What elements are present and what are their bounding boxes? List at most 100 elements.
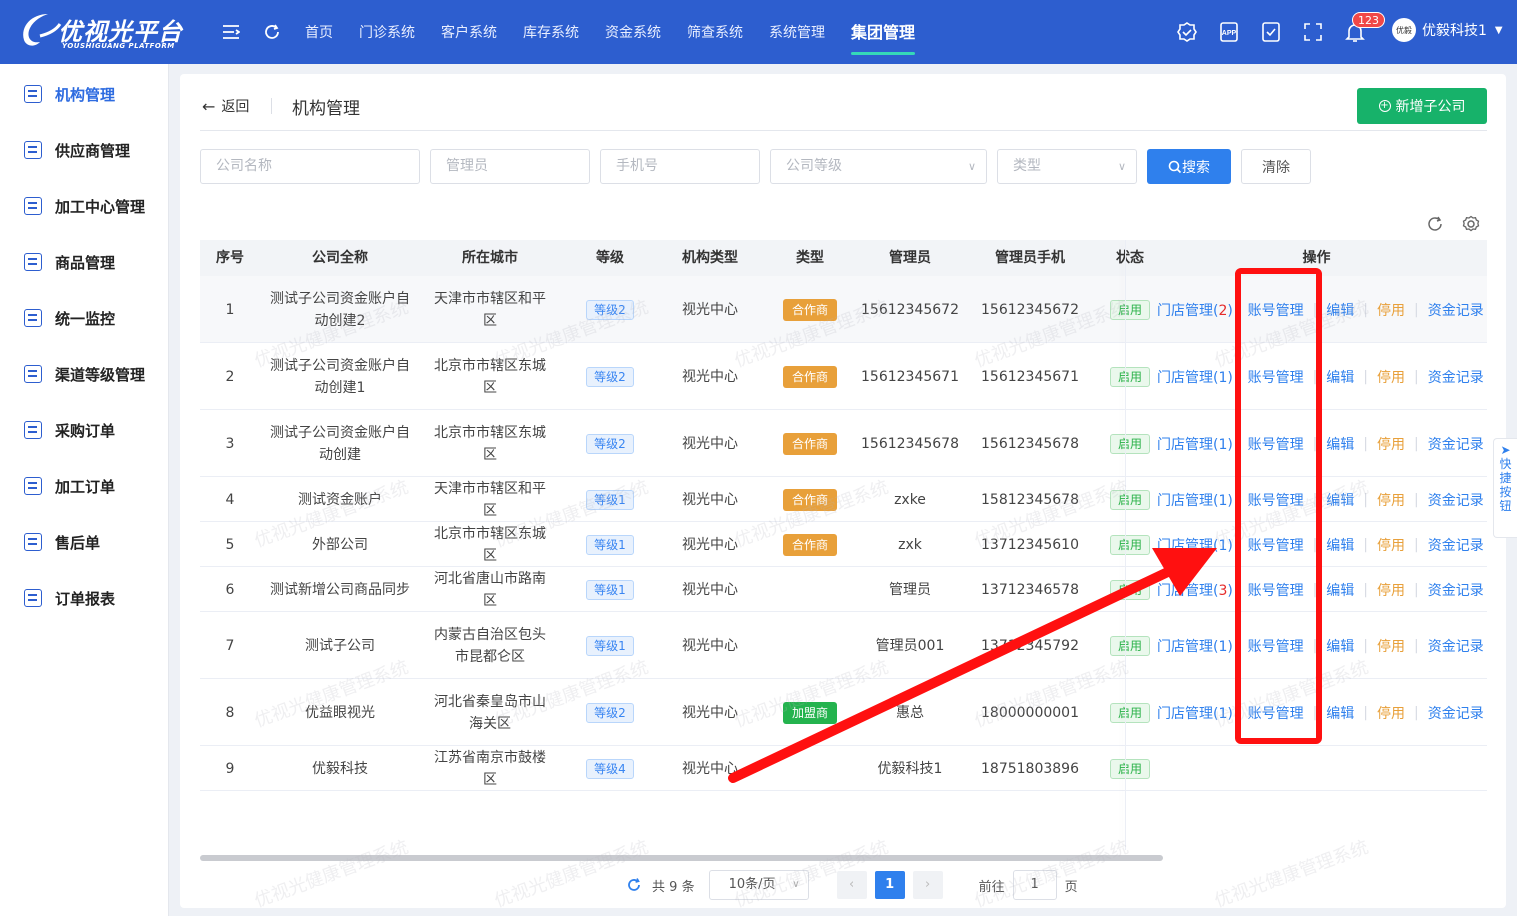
sidebar-item-report[interactable]: 订单报表	[0, 570, 169, 626]
fund-record-link[interactable]: 资金记录	[1428, 703, 1484, 723]
horizontal-scrollbar[interactable]	[200, 855, 1163, 861]
top-bar: 优视光平台 YOUSHIGUANG PLATFORM 首页 门诊系统 客户系统 …	[0, 0, 1517, 64]
platform-logo[interactable]: 优视光平台 YOUSHIGUANG PLATFORM	[18, 8, 198, 56]
verified-icon[interactable]	[1175, 20, 1199, 44]
sidebar-item-process-order[interactable]: 加工订单	[0, 458, 169, 514]
cell-org-type-text: 视光中心	[682, 435, 738, 452]
company-name-input[interactable]: 公司名称	[200, 149, 420, 184]
disable-link[interactable]: 停用	[1377, 490, 1405, 510]
sidebar-item-supplier[interactable]: 供应商管理	[0, 122, 169, 178]
fund-record-link[interactable]: 资金记录	[1428, 490, 1484, 510]
clear-button[interactable]: 清除	[1241, 149, 1311, 184]
store-manage-link[interactable]: 门店管理(2)	[1157, 300, 1233, 320]
disable-link[interactable]: 停用	[1377, 703, 1405, 723]
cell-phone-text: 18000000001	[981, 704, 1079, 721]
fund-record-link[interactable]: 资金记录	[1428, 300, 1484, 320]
status-badge: 启用	[1109, 433, 1150, 454]
disable-link[interactable]: 停用	[1377, 300, 1405, 320]
nav-system[interactable]: 系统管理	[756, 0, 838, 64]
cell-level: 等级2	[560, 276, 660, 343]
store-manage-link[interactable]: 门店管理(1)	[1157, 703, 1233, 723]
phone-input[interactable]: 手机号	[600, 149, 760, 184]
edit-link[interactable]: 编辑	[1326, 434, 1354, 454]
sidebar-item-purchase[interactable]: 采购订单	[0, 402, 169, 458]
action-divider: |	[1414, 581, 1419, 598]
edit-link[interactable]: 编辑	[1326, 490, 1354, 510]
admin-input[interactable]: 管理员	[430, 149, 590, 184]
cell-no-text: 3	[225, 435, 235, 452]
fund-record-link[interactable]: 资金记录	[1428, 367, 1484, 387]
cell-status: 启用	[1100, 679, 1160, 746]
edit-link[interactable]: 编辑	[1326, 535, 1354, 555]
nav-inventory[interactable]: 库存系统	[510, 0, 592, 64]
reload-icon[interactable]	[1426, 215, 1444, 233]
cell-no-text: 5	[225, 536, 235, 553]
cell-no: 5	[200, 522, 260, 567]
store-manage-link[interactable]: 门店管理(1)	[1157, 636, 1233, 656]
edit-link[interactable]: 编辑	[1326, 636, 1354, 656]
current-page[interactable]: 1	[874, 871, 905, 899]
store-manage-link[interactable]: 门店管理(1)	[1157, 367, 1233, 387]
cell-no: 8	[200, 679, 260, 746]
cell-admin: 15612345678	[860, 410, 960, 477]
store-manage-link[interactable]: 门店管理(1)	[1157, 434, 1233, 454]
store-manage-link[interactable]: 门店管理(3)	[1157, 580, 1233, 600]
nav-customer[interactable]: 客户系统	[428, 0, 510, 64]
nav-home[interactable]: 首页	[292, 0, 346, 64]
nav-clinic[interactable]: 门诊系统	[346, 0, 428, 64]
company-level-select[interactable]: 公司等级 ∨	[770, 149, 987, 184]
edit-link[interactable]: 编辑	[1326, 580, 1354, 600]
prev-page-button[interactable]: ‹	[836, 871, 867, 899]
disable-link[interactable]: 停用	[1377, 367, 1405, 387]
fund-record-link[interactable]: 资金记录	[1428, 636, 1484, 656]
app-icon[interactable]: APP	[1217, 20, 1241, 44]
type-select[interactable]: 类型 ∨	[997, 149, 1137, 184]
user-menu[interactable]: 优毅 优毅科技1 ▼	[1392, 18, 1503, 42]
fund-record-link[interactable]: 资金记录	[1428, 580, 1484, 600]
store-manage-link[interactable]: 门店管理(1)	[1157, 490, 1233, 510]
menu-toggle-icon[interactable]	[222, 22, 240, 42]
pagination: 共 9 条 10条/页 ∨ ‹ 1 › 前往 1 页	[626, 870, 1078, 900]
page-size-select[interactable]: 10条/页 ∨	[708, 870, 809, 900]
next-page-button[interactable]: ›	[912, 871, 943, 899]
quick-button[interactable]: ➤ 快捷按钮	[1493, 438, 1517, 538]
cell-status: 启用	[1100, 567, 1160, 612]
sidebar-item-processing[interactable]: 加工中心管理	[0, 178, 169, 234]
sidebar-item-label: 采购订单	[55, 421, 116, 440]
cell-org-type: 视光中心	[660, 567, 760, 612]
sidebar-item-goods[interactable]: 商品管理	[0, 234, 169, 290]
sidebar-item-org[interactable]: 机构管理	[0, 66, 169, 122]
add-subsidiary-button[interactable]: + 新增子公司	[1357, 88, 1487, 124]
cell-org-type: 视光中心	[660, 276, 760, 343]
fullscreen-icon[interactable]	[1301, 20, 1325, 44]
disable-link[interactable]: 停用	[1377, 580, 1405, 600]
goto-page-input[interactable]: 1	[1012, 870, 1057, 900]
disable-link[interactable]: 停用	[1377, 535, 1405, 555]
cell-no: 7	[200, 612, 260, 679]
edit-link[interactable]: 编辑	[1326, 367, 1354, 387]
cell-org-type: 视光中心	[660, 679, 760, 746]
disable-link[interactable]: 停用	[1377, 636, 1405, 656]
level-tag: 等级1	[586, 489, 634, 510]
nav-funds[interactable]: 资金系统	[592, 0, 674, 64]
nav-screening[interactable]: 筛查系统	[674, 0, 756, 64]
refresh-icon[interactable]	[263, 22, 281, 42]
disable-link[interactable]: 停用	[1377, 434, 1405, 454]
fund-record-link[interactable]: 资金记录	[1428, 434, 1484, 454]
action-divider: |	[1363, 301, 1369, 318]
edit-link[interactable]: 编辑	[1326, 703, 1354, 723]
back-button[interactable]: ← 返回	[202, 96, 249, 116]
sidebar-item-channel-level[interactable]: 渠道等级管理	[0, 346, 169, 402]
nav-group[interactable]: 集团管理	[838, 0, 928, 64]
settings-icon[interactable]	[1462, 215, 1480, 233]
fund-record-link[interactable]: 资金记录	[1428, 535, 1484, 555]
action-divider: |	[1414, 435, 1419, 452]
store-manage-link[interactable]: 门店管理(1)	[1157, 535, 1233, 555]
refresh-icon[interactable]	[626, 877, 642, 893]
sidebar-item-monitor[interactable]: 统一监控	[0, 290, 169, 346]
sidebar-item-aftersale[interactable]: 售后单	[0, 514, 169, 570]
checklist-icon[interactable]	[1259, 20, 1283, 44]
cell-city-text: 北京市市辖区东城区	[434, 424, 546, 463]
search-button[interactable]: 搜索	[1147, 149, 1231, 184]
edit-link[interactable]: 编辑	[1326, 300, 1354, 320]
